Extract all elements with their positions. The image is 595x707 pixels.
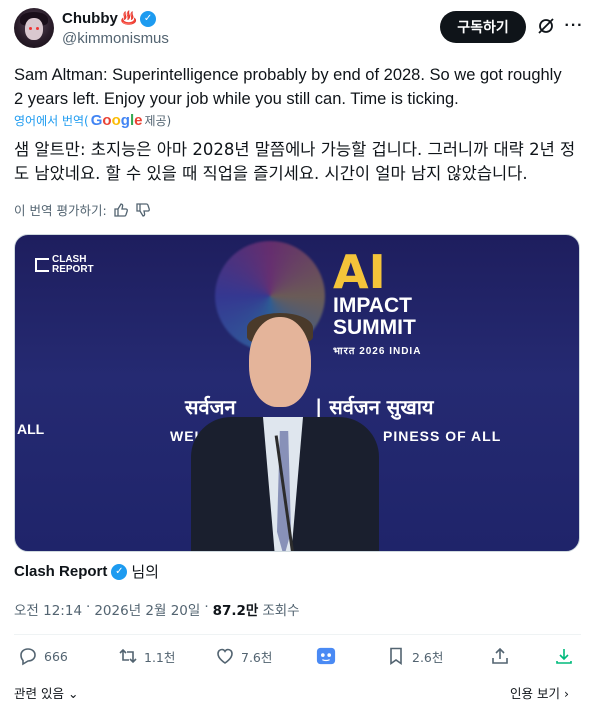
video-thumbnail[interactable]: CLASH REPORT AI IMPACT SUMMIT भारत 2026 …: [14, 234, 580, 552]
summit-title: IMPACT SUMMIT: [333, 295, 416, 339]
grok-icon[interactable]: [536, 16, 556, 36]
source-verified-badge-icon: ✓: [111, 563, 128, 580]
user-handle[interactable]: @kimmonismus: [62, 30, 169, 47]
divider: [14, 634, 581, 635]
download-button[interactable]: [554, 646, 574, 666]
clash-report-watermark: CLASH REPORT: [35, 255, 94, 275]
translated-by-label[interactable]: 영어에서 번역( Google 제공): [14, 112, 171, 129]
thumbs-down-icon[interactable]: [135, 202, 151, 218]
related-label: 관련 있음: [14, 686, 64, 701]
rate-translation-label: 이 번역 평가하기:: [14, 203, 107, 218]
view-quotes-link[interactable]: 인용 보기 ›: [510, 683, 569, 702]
meta-separator: ·: [86, 599, 91, 615]
repost-button[interactable]: 1.1천: [118, 646, 175, 666]
name-row: Chubby ♨️ ✓: [62, 10, 157, 27]
tweet-text: Sam Altman: Superintelligence probably b…: [14, 66, 562, 108]
translated-prefix: 영어에서 번역(: [14, 114, 89, 128]
clash-logo-icon: [35, 258, 49, 272]
bookmark-count: 2.6천: [412, 649, 444, 665]
summit-subtitle: भारत 2026 INDIA: [333, 346, 422, 357]
tweet-time[interactable]: 오전 12:14: [14, 599, 82, 619]
share-icon: [492, 647, 508, 664]
rate-translation-row: 이 번역 평가하기:: [14, 200, 151, 219]
avatar-eye: [29, 27, 32, 30]
avatar[interactable]: [14, 8, 54, 48]
related-dropdown[interactable]: 관련 있음 ⌄: [14, 683, 78, 702]
banner-hindi-right: | सर्वजन सुखाय: [315, 395, 434, 419]
share-button[interactable]: [490, 646, 510, 666]
video-source-row: Clash Report ✓ 님의: [14, 561, 159, 582]
view-count: 87.2만: [212, 603, 259, 619]
view-quotes-label: 인용 보기: [510, 686, 560, 701]
google-logo-icon: Google: [90, 112, 143, 129]
hot-springs-emoji: ♨️: [120, 11, 138, 26]
repost-icon: [119, 648, 137, 664]
summit-title-line2: SUMMIT: [333, 316, 416, 339]
grok-button[interactable]: [316, 646, 336, 666]
translated-suffix: 제공): [144, 114, 172, 128]
like-button[interactable]: 7.6천: [215, 646, 272, 666]
repost-count: 1.1천: [144, 649, 176, 665]
more-options-icon[interactable]: ···: [564, 17, 584, 37]
tweet-date[interactable]: 2026년 2월 20일: [94, 599, 200, 619]
tweet-meta: 오전 12:14 · 2026년 2월 20일 · 87.2만 조회수: [14, 599, 300, 619]
view-count-label: 조회수: [262, 603, 300, 619]
speaker-head: [249, 317, 311, 407]
verified-badge-icon[interactable]: ✓: [140, 10, 157, 27]
summit-ai-text: AI: [333, 245, 386, 299]
watermark-line2: REPORT: [52, 264, 94, 275]
grok-bot-icon: [316, 647, 336, 665]
heart-icon: [217, 648, 233, 664]
banner-english-right: PINESS OF ALL: [383, 428, 502, 444]
source-suffix: 님의: [131, 563, 159, 581]
summit-title-line1: IMPACT: [333, 294, 412, 317]
download-icon: [556, 649, 572, 664]
action-bar: 666 1.1천 7.6천 2.6천: [14, 646, 581, 672]
bookmark-button[interactable]: 2.6천: [386, 646, 443, 666]
banner-hindi-left: सर्वजन: [185, 395, 236, 419]
reply-icon: [20, 648, 36, 666]
subscribe-button[interactable]: 구독하기: [440, 11, 526, 43]
avatar-face: [25, 18, 43, 40]
tweet-header: Chubby ♨️ ✓ @kimmonismus 구독하기 ···: [14, 8, 584, 48]
display-name[interactable]: Chubby: [62, 10, 118, 27]
thumbs-up-icon[interactable]: [113, 202, 129, 218]
banner-left-edge-text: ALL: [17, 421, 45, 437]
meta-separator: ·: [204, 599, 209, 615]
reply-count: 666: [44, 648, 68, 664]
source-name[interactable]: Clash Report: [14, 563, 107, 580]
chevron-right-icon: ›: [563, 686, 569, 701]
bookmark-icon: [390, 647, 402, 666]
translated-text: 샘 알트만: 초지능은 아마 2028년 말쯤에나 가능할 겁니다. 그러니까 …: [14, 140, 576, 183]
chevron-down-icon: ⌄: [67, 686, 79, 701]
like-count: 7.6천: [241, 649, 273, 665]
reply-button[interactable]: 666: [18, 646, 68, 666]
avatar-eye: [36, 27, 39, 30]
